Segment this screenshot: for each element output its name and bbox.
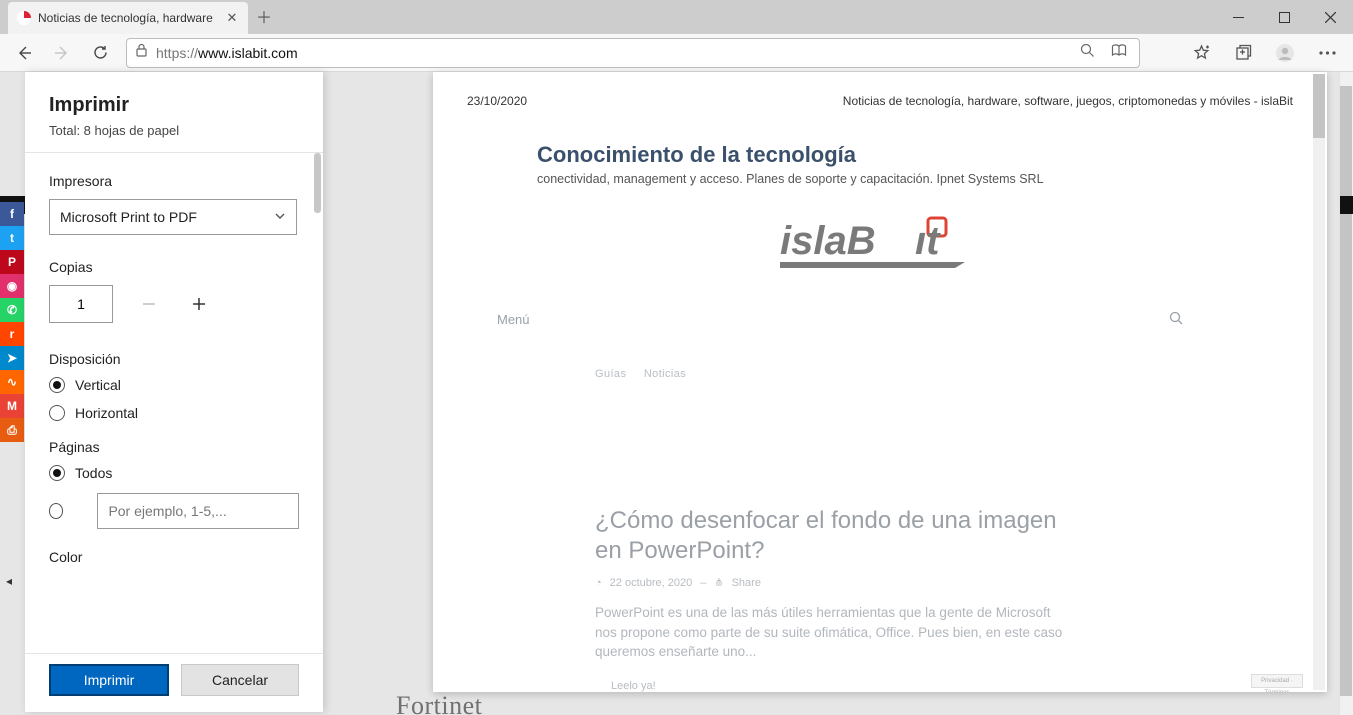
radio-icon: [49, 465, 65, 481]
print-button[interactable]: Imprimir: [49, 664, 169, 696]
page-dark-band-right: [1340, 196, 1353, 214]
article-title: ¿Cómo desenfocar el fondo de una imagen …: [595, 506, 1065, 566]
url-text: https://www.islabit.com: [156, 45, 1068, 61]
ad-title: Conocimiento de la tecnología: [537, 142, 1293, 168]
social-item[interactable]: M: [0, 394, 24, 418]
clock-icon: ◔: [595, 577, 602, 589]
radio-icon: [49, 377, 65, 393]
window-close-button[interactable]: [1307, 0, 1353, 34]
browser-toolbar: https://www.islabit.com: [0, 34, 1353, 72]
window-titlebar: Noticias de tecnología, hardware ✕ ＋: [0, 0, 1353, 34]
social-item[interactable]: ∿: [0, 370, 24, 394]
search-icon: [1169, 311, 1183, 328]
preview-header: Noticias de tecnología, hardware, softwa…: [843, 94, 1293, 108]
social-item[interactable]: t: [0, 226, 24, 250]
breadcrumb: Guías: [595, 368, 626, 380]
social-item[interactable]: ◉: [0, 274, 24, 298]
profile-button[interactable]: [1265, 37, 1305, 69]
dialog-scroll-thumb[interactable]: [314, 153, 321, 213]
printer-label: Impresora: [49, 173, 299, 189]
radio-icon: [49, 503, 63, 519]
pages-custom-option[interactable]: Por ejemplo, 1-5,...: [49, 493, 299, 529]
print-title: Imprimir: [49, 94, 299, 117]
page-scrollbar[interactable]: [1339, 72, 1353, 715]
color-label: Color: [49, 549, 299, 565]
social-item[interactable]: P: [0, 250, 24, 274]
favorites-button[interactable]: [1181, 37, 1221, 69]
print-subtitle: Total: 8 hojas de papel: [49, 123, 299, 138]
social-share-bar: ftP◉✆r➤∿M⎙: [0, 202, 24, 442]
recaptcha-badge: Privacidad · Términos: [1251, 674, 1303, 688]
layout-portrait-option[interactable]: Vertical: [49, 377, 299, 393]
tab-favicon: [16, 10, 32, 26]
menu-label: Menú: [497, 312, 530, 327]
refresh-button[interactable]: [82, 37, 118, 69]
pages-custom-input[interactable]: Por ejemplo, 1-5,...: [97, 493, 299, 529]
window-minimize-button[interactable]: [1215, 0, 1261, 34]
copies-decrement-button[interactable]: [135, 290, 163, 318]
print-dialog: Imprimir Total: 8 hojas de papel Impreso…: [25, 72, 323, 712]
browser-tab[interactable]: Noticias de tecnología, hardware ✕: [8, 2, 248, 34]
forward-button[interactable]: [44, 37, 80, 69]
zoom-icon[interactable]: [1076, 43, 1099, 63]
article-date: 22 octubre, 2020: [610, 577, 693, 589]
background-text: Fortinet: [396, 691, 482, 715]
address-bar[interactable]: https://www.islabit.com: [126, 38, 1140, 68]
svg-text:ıt: ıt: [915, 219, 941, 263]
social-item[interactable]: f: [0, 202, 24, 226]
menu-button[interactable]: [1307, 37, 1347, 69]
print-preview-area: Fortinet 23/10/2020 Noticias de tecnolog…: [323, 72, 1341, 715]
layout-landscape-option[interactable]: Horizontal: [49, 405, 299, 421]
radio-icon: [49, 405, 65, 421]
tab-title: Noticias de tecnología, hardware: [38, 11, 218, 25]
social-item[interactable]: ✆: [0, 298, 24, 322]
social-item[interactable]: ➤: [0, 346, 24, 370]
pages-all-option[interactable]: Todos: [49, 465, 299, 481]
back-button[interactable]: [6, 37, 42, 69]
printer-select[interactable]: Microsoft Print to PDF: [49, 199, 297, 235]
copies-label: Copias: [49, 259, 299, 275]
copies-increment-button[interactable]: [185, 290, 213, 318]
share-label: Share: [732, 577, 761, 589]
collections-button[interactable]: [1223, 37, 1263, 69]
pin-icon[interactable]: ◂: [6, 574, 12, 588]
printer-value: Microsoft Print to PDF: [60, 209, 197, 225]
new-tab-button[interactable]: ＋: [248, 0, 280, 32]
preview-scroll-thumb[interactable]: [1313, 74, 1325, 138]
svg-text:islaB: islaB: [780, 219, 876, 263]
read-more-link: Leelo ya!: [595, 680, 1065, 692]
window-maximize-button[interactable]: [1261, 0, 1307, 34]
copies-input[interactable]: 1: [49, 285, 113, 323]
breadcrumb: Noticias: [644, 368, 686, 380]
window-controls: [1215, 0, 1353, 34]
share-icon: ⋔: [714, 576, 723, 589]
layout-label: Disposición: [49, 351, 299, 367]
preview-date: 23/10/2020: [467, 94, 527, 108]
islabit-logo: islaB ıt: [735, 210, 1025, 275]
lock-icon: [135, 43, 148, 62]
social-item[interactable]: r: [0, 322, 24, 346]
pages-label: Páginas: [49, 439, 299, 455]
cancel-button[interactable]: Cancelar: [181, 664, 299, 696]
article-body: PowerPoint es una de las más útiles herr…: [595, 603, 1065, 662]
chevron-down-icon: [274, 209, 286, 225]
tab-close-icon[interactable]: ✕: [224, 10, 240, 26]
ad-subtitle: conectividad, management y acceso. Plane…: [537, 172, 1293, 186]
reading-icon[interactable]: [1107, 43, 1131, 63]
preview-scrollbar[interactable]: [1313, 74, 1325, 690]
preview-page[interactable]: 23/10/2020 Noticias de tecnología, hardw…: [433, 72, 1327, 692]
social-item[interactable]: ⎙: [0, 418, 24, 442]
